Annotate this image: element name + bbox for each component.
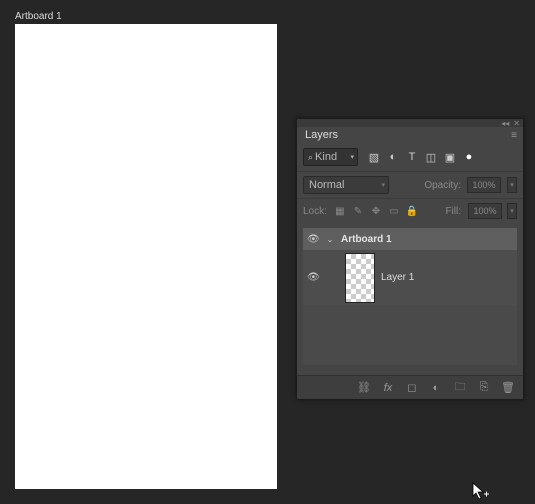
fill-dropdown[interactable]: ▾: [507, 203, 517, 219]
fill-label: Fill:: [445, 206, 461, 217]
panel-topbar: ◂◂ ✕: [297, 119, 523, 127]
filter-pixel-icon[interactable]: ▧: [367, 150, 381, 164]
chevron-down-icon: ▾: [350, 153, 354, 161]
adjustment-layer-icon[interactable]: ◐: [429, 381, 443, 395]
blend-mode-row: Normal ▾ Opacity: 100% ▾: [297, 171, 523, 198]
visibility-icon[interactable]: 👁: [307, 234, 319, 245]
filter-shape-icon[interactable]: ◫: [424, 150, 438, 164]
chevron-down-icon: ▾: [381, 181, 385, 189]
layer-style-icon[interactable]: fx: [381, 381, 395, 395]
layer-list-empty: [303, 305, 517, 365]
panel-bottom-bar: ⛓ fx ◻ ◐ 🗀 ⎘ 🗑: [297, 375, 523, 399]
artboard-row[interactable]: 👁 ⌄ Artboard 1: [303, 228, 517, 250]
filter-type-icon[interactable]: T: [405, 150, 419, 164]
link-layers-icon[interactable]: ⛓: [357, 381, 371, 395]
visibility-icon[interactable]: 👁: [307, 272, 319, 283]
filter-smart-icon[interactable]: ▣: [443, 150, 457, 164]
blend-mode-value: Normal: [309, 179, 344, 191]
lock-all-icon[interactable]: 🔒: [406, 205, 418, 217]
filter-icons: ▧ ◐ T ◫ ▣ ●: [367, 150, 476, 164]
panel-title: Layers: [305, 129, 338, 141]
lock-artboard-icon[interactable]: ▭: [388, 205, 400, 217]
layers-tab[interactable]: Layers ≡: [297, 127, 523, 143]
blend-mode-select[interactable]: Normal ▾: [303, 176, 389, 194]
cursor-icon: [471, 481, 491, 504]
artboard-name: Artboard 1: [341, 234, 392, 245]
opacity-dropdown[interactable]: ▾: [507, 177, 517, 193]
opacity-input[interactable]: 100%: [467, 177, 501, 193]
group-icon[interactable]: 🗀: [453, 381, 467, 395]
filter-toggle-icon[interactable]: ●: [462, 150, 476, 164]
panel-menu-icon[interactable]: ≡: [511, 130, 517, 141]
lock-row: Lock: ▦ ✎ ✥ ▭ 🔒 Fill: 100% ▾: [297, 198, 523, 223]
layer-name: Layer 1: [381, 272, 414, 283]
delete-layer-icon[interactable]: 🗑: [501, 381, 515, 395]
new-layer-icon[interactable]: ⎘: [477, 381, 491, 395]
filter-kind-label: Kind: [315, 151, 337, 163]
chevron-down-icon[interactable]: ⌄: [325, 235, 335, 244]
lock-paint-icon[interactable]: ✎: [352, 205, 364, 217]
filter-kind-select[interactable]: ⌕ Kind ▾: [303, 148, 358, 166]
layer-list: 👁 ⌄ Artboard 1 👁 Layer 1: [297, 223, 523, 375]
filter-row: ⌕ Kind ▾ ▧ ◐ T ◫ ▣ ●: [297, 143, 523, 171]
layer-mask-icon[interactable]: ◻: [405, 381, 419, 395]
layer-row[interactable]: 👁 Layer 1: [303, 250, 517, 305]
lock-label: Lock:: [303, 206, 327, 217]
layers-panel: ◂◂ ✕ Layers ≡ ⌕ Kind ▾ ▧ ◐ T ◫ ▣ ● Norma…: [296, 118, 524, 400]
opacity-label: Opacity:: [424, 180, 461, 191]
lock-transparent-icon[interactable]: ▦: [334, 205, 346, 217]
artboard-label: Artboard 1: [15, 11, 62, 22]
filter-adjustment-icon[interactable]: ◐: [386, 150, 400, 164]
canvas-artboard[interactable]: [15, 24, 277, 489]
lock-icons: ▦ ✎ ✥ ▭ 🔒: [334, 205, 418, 217]
fill-input[interactable]: 100%: [468, 203, 502, 219]
lock-position-icon[interactable]: ✥: [370, 205, 382, 217]
search-icon: ⌕: [308, 152, 313, 163]
layer-thumbnail[interactable]: [345, 253, 375, 303]
